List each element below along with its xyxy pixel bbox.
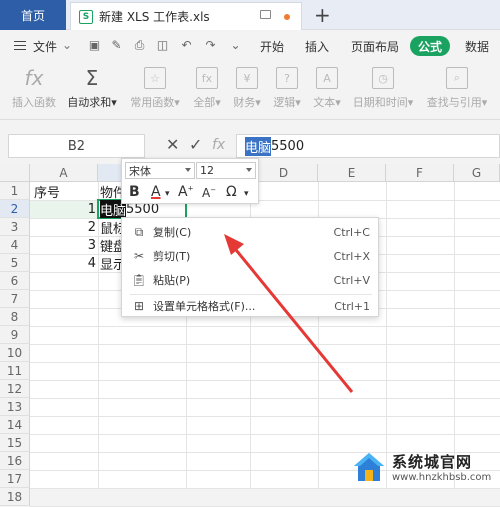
watermark-url: www.hnzkhbsb.com [392,471,492,483]
arrow-shaft [230,244,354,393]
site-watermark: 系统城官网 www.hnzkhbsb.com [352,444,500,489]
watermark-title: 系统城官网 [392,452,473,471]
house-logo-icon [352,450,386,484]
arrow-head [224,234,244,255]
annotation-arrow [224,234,354,393]
row-header[interactable]: 18 [0,488,30,506]
